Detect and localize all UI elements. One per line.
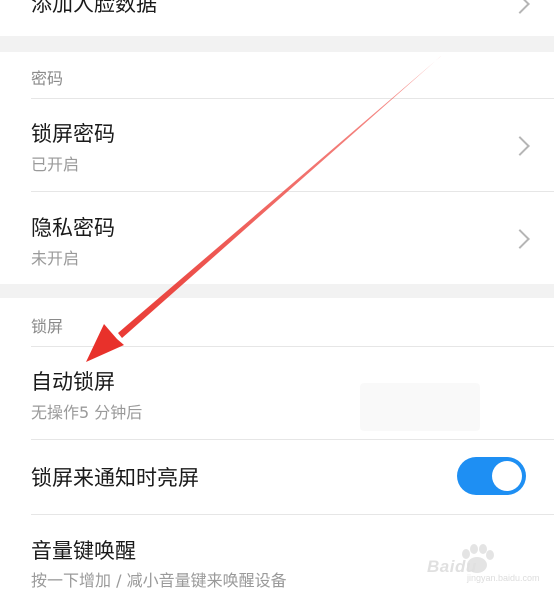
item-title: 隐私密码 (31, 216, 115, 240)
chevron-right-icon (510, 136, 530, 156)
face-data-row[interactable]: 添加人脸数据 (0, 0, 554, 36)
chevron-right-icon (510, 0, 530, 14)
baidu-watermark: Baidu jingyan.baidu.com (423, 543, 540, 583)
item-subtitle: 未开启 (31, 249, 80, 268)
item-subtitle: 按一下增加 / 减小音量键来唤醒设备 (31, 571, 287, 590)
item-subtitle: 已开启 (31, 155, 80, 174)
chevron-right-icon (510, 229, 530, 249)
toggle-knob (492, 461, 522, 491)
item-title: 锁屏密码 (31, 122, 115, 146)
wake-on-notification-toggle[interactable] (457, 457, 526, 495)
lock-screen-password-item[interactable]: 锁屏密码 已开启 (0, 99, 554, 191)
wake-on-notification-item[interactable]: 锁屏来通知时亮屏 (0, 440, 554, 514)
section-header-password: 密码 (31, 69, 64, 88)
password-section: 密码 锁屏密码 已开启 隐私密码 未开启 (0, 52, 554, 284)
face-data-title: 添加人脸数据 (31, 0, 157, 16)
item-title: 锁屏来通知时亮屏 (31, 466, 199, 490)
settings-page: 添加人脸数据 密码 锁屏密码 已开启 隐私密码 未开启 锁屏 自动锁屏 无操作5… (0, 0, 554, 603)
item-subtitle: 无操作5 分钟后 (31, 403, 143, 422)
section-header-lock: 锁屏 (31, 317, 64, 336)
privacy-password-item[interactable]: 隐私密码 未开启 (0, 192, 554, 284)
item-title: 自动锁屏 (31, 370, 115, 394)
item-title: 音量键唤醒 (31, 539, 136, 563)
section-gap (0, 284, 554, 298)
section-gap (0, 36, 554, 52)
watermark-url: jingyan.baidu.com (467, 573, 540, 583)
blurred-patch (360, 383, 480, 431)
